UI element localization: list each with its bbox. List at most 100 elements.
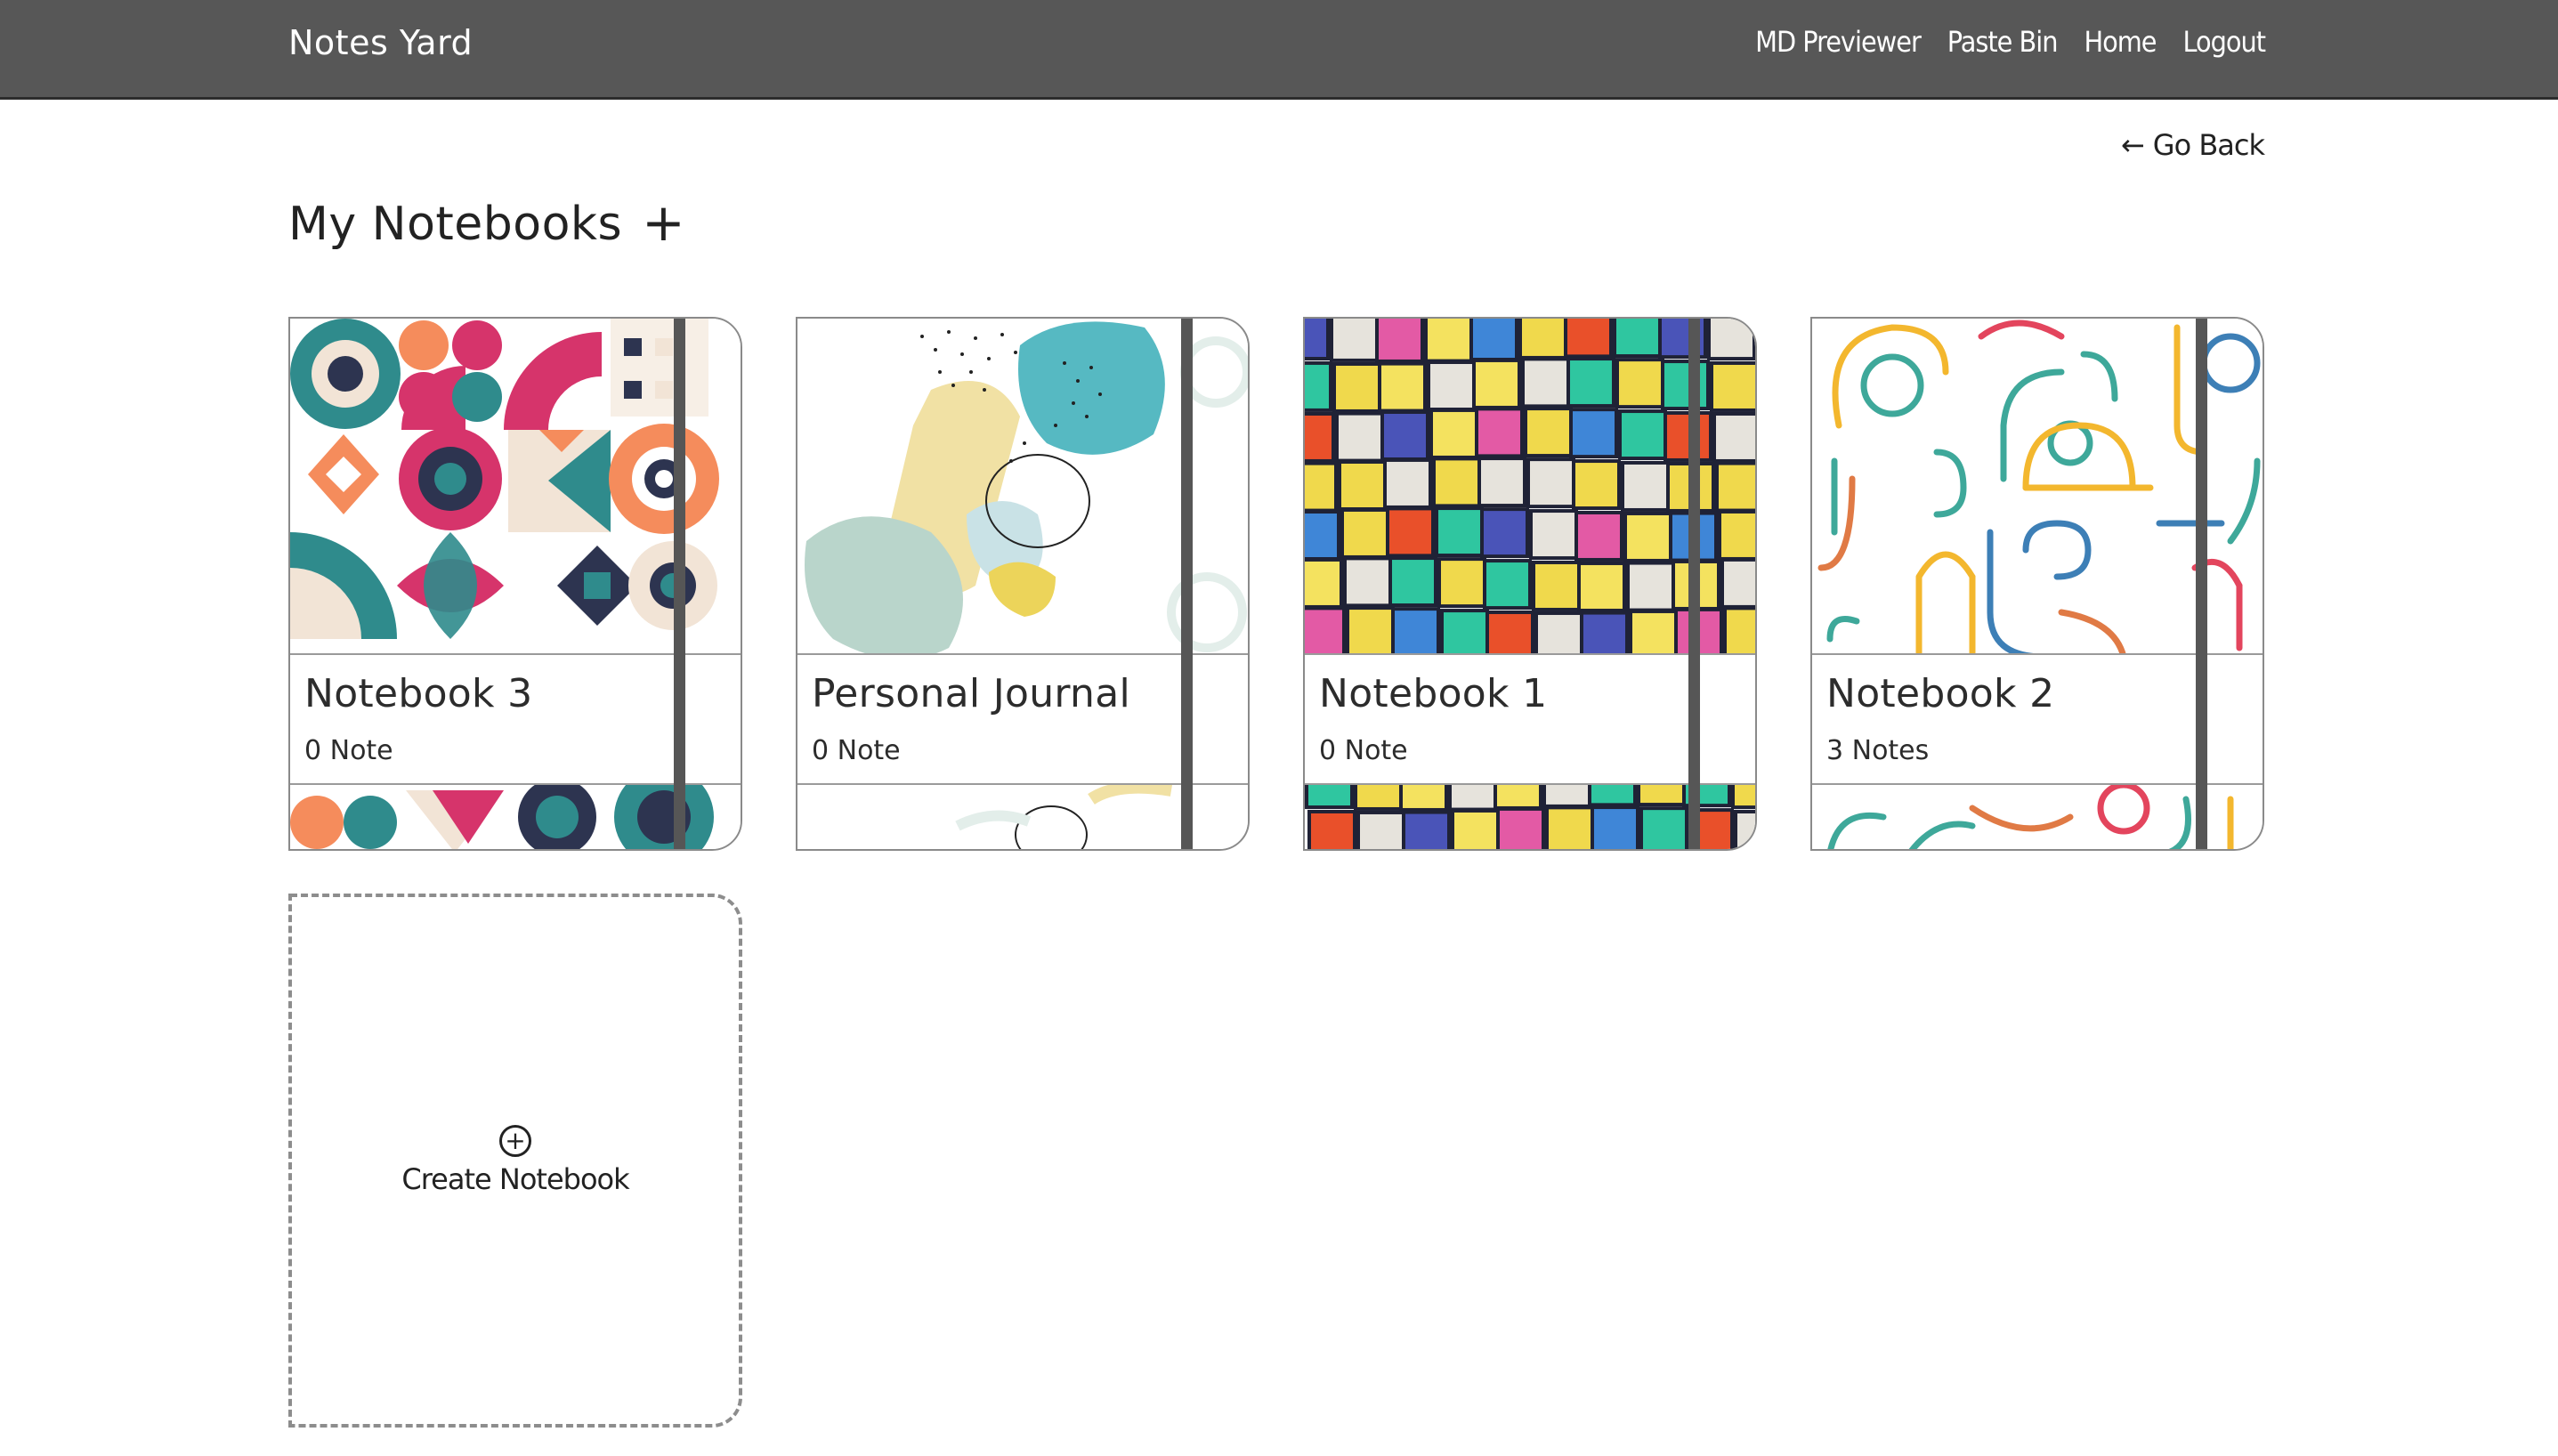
go-back-link[interactable]: ← Go Back xyxy=(2120,128,2265,162)
grid-tile xyxy=(1388,556,1437,608)
grid-tile xyxy=(1623,511,1672,562)
grid-tile xyxy=(1723,606,1755,658)
grid-tile xyxy=(1521,357,1570,408)
grid-tile xyxy=(1715,461,1755,513)
grid-tile xyxy=(1529,509,1578,561)
grid-tile xyxy=(1307,809,1356,849)
grid-tile xyxy=(1472,358,1521,409)
notebook-title: Notebook 1 xyxy=(1319,671,1548,716)
grid-tile xyxy=(1496,806,1545,849)
grid-tile xyxy=(1618,409,1667,461)
nav-link-logout[interactable]: Logout xyxy=(2183,25,2266,59)
notebook-note-count: 0 Note xyxy=(812,735,901,766)
grid-tile xyxy=(1712,411,1755,463)
grid-tile xyxy=(1356,810,1405,849)
notebook-note-count: 3 Notes xyxy=(1826,735,1930,766)
grid-tile xyxy=(1427,360,1476,412)
page-title: My Notebooks xyxy=(288,198,623,251)
grid-tile xyxy=(1435,506,1484,558)
notebook-strap xyxy=(1181,319,1193,849)
grid-tile xyxy=(1661,360,1710,411)
nav-link-paste-bin[interactable]: Paste Bin xyxy=(1947,25,2059,59)
notebook-note-count: 0 Note xyxy=(1319,735,1408,766)
grid-tile xyxy=(1391,607,1440,659)
plus-icon[interactable]: + xyxy=(642,197,685,248)
grid-tile xyxy=(1383,457,1432,509)
grid-tile xyxy=(1330,319,1379,362)
grid-tile xyxy=(1429,408,1478,459)
grid-tile xyxy=(1639,806,1688,849)
arrow-left-icon: ← xyxy=(2120,128,2145,162)
grid-tile xyxy=(1480,507,1529,559)
grid-tile xyxy=(1305,411,1335,463)
grid-tile xyxy=(1613,319,1662,359)
grid-tile xyxy=(1378,361,1427,413)
grid-tile xyxy=(1335,411,1384,463)
grid-tile xyxy=(1424,319,1473,363)
grid-tile xyxy=(1564,319,1613,359)
grid-tile xyxy=(1734,810,1755,849)
grid-tile xyxy=(1718,509,1755,561)
grid-tile xyxy=(1305,461,1338,513)
brand-logo[interactable]: Notes Yard xyxy=(288,23,473,62)
grid-tile xyxy=(1338,460,1387,512)
grid-tile xyxy=(1332,361,1381,413)
grid-tile xyxy=(1469,319,1518,362)
grid-tile xyxy=(1621,460,1670,512)
notebook-card[interactable]: Notebook 1 0 Note xyxy=(1303,317,1757,851)
notebook-title: Notebook 3 xyxy=(304,671,533,716)
grid-tile xyxy=(1340,507,1389,559)
page-heading: My Notebooks + xyxy=(288,197,685,251)
notebook-card[interactable]: Notebook 2 3 Notes xyxy=(1810,317,2264,851)
grid-tile xyxy=(1483,559,1532,611)
notebook-card[interactable]: Personal Journal 0 Note xyxy=(796,317,1250,851)
notebook-strap xyxy=(1688,319,1700,849)
grid-tile xyxy=(1591,805,1639,849)
grid-tile xyxy=(1572,459,1621,511)
grid-tile xyxy=(1532,560,1581,611)
grid-tile xyxy=(1518,319,1567,360)
grid-tile xyxy=(1437,557,1486,609)
grid-tile xyxy=(1402,810,1451,849)
grid-tile xyxy=(1720,557,1755,609)
grid-tile xyxy=(1475,407,1524,458)
grid-tile xyxy=(1380,410,1429,462)
grid-tile xyxy=(1710,360,1755,412)
grid-tile xyxy=(1615,358,1664,409)
grid-tile xyxy=(1574,510,1623,562)
grid-tile xyxy=(1305,510,1340,562)
notebook-card[interactable]: Notebook 3 0 Note xyxy=(288,317,742,851)
grid-tile xyxy=(1545,805,1594,849)
grid-tile xyxy=(1707,319,1755,361)
nav-link-md-previewer[interactable]: MD Previewer xyxy=(1755,25,1922,59)
grid-tile xyxy=(1566,357,1615,408)
grid-tile xyxy=(1305,319,1330,360)
nav-link-home[interactable]: Home xyxy=(2084,25,2157,59)
grid-tile xyxy=(1524,407,1573,458)
notebook-title: Notebook 2 xyxy=(1826,671,2055,716)
grid-tile xyxy=(1569,408,1618,459)
add-circle-icon: + xyxy=(499,1125,531,1157)
create-notebook-card[interactable]: + Create Notebook xyxy=(288,894,742,1428)
grid-tile xyxy=(1451,808,1500,849)
grid-tile xyxy=(1577,561,1626,612)
grid-tile xyxy=(1343,556,1392,608)
notebook-title: Personal Journal xyxy=(812,671,1131,716)
top-navbar: Notes Yard MD Previewer Paste Bin Home L… xyxy=(0,0,2558,100)
notebook-strap xyxy=(674,319,685,849)
grid-tile xyxy=(1432,457,1481,508)
grid-tile xyxy=(1305,606,1346,658)
create-notebook-label: Create Notebook xyxy=(401,1162,629,1196)
grid-tile xyxy=(1629,609,1678,660)
grid-tile xyxy=(1477,457,1526,508)
grid-tile xyxy=(1386,506,1435,558)
grid-tile xyxy=(1305,557,1343,609)
notebook-strap xyxy=(2196,319,2207,849)
grid-tile xyxy=(1346,606,1395,658)
grid-tile xyxy=(1526,457,1575,509)
go-back-label: Go Back xyxy=(2152,128,2265,162)
notebook-note-count: 0 Note xyxy=(304,735,393,766)
grid-tile xyxy=(1626,561,1675,612)
grid-tile xyxy=(1375,319,1424,363)
grid-tile xyxy=(1440,609,1489,660)
